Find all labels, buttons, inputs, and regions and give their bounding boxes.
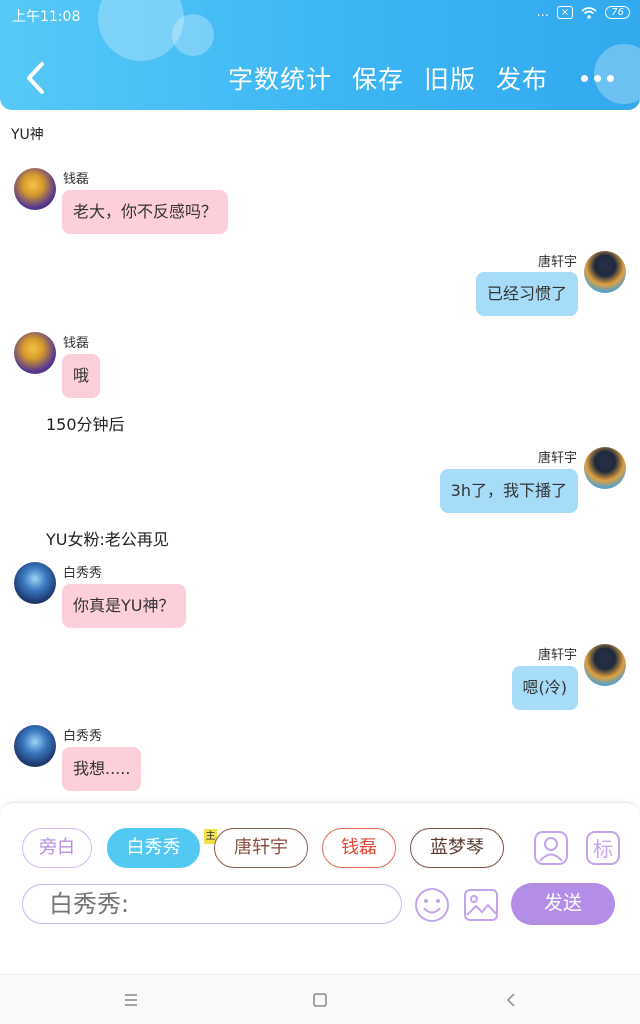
character-chip-qianlei[interactable]: 钱磊 (322, 828, 396, 868)
send-button[interactable]: 发送 (511, 883, 615, 925)
speaker-name: 钱磊 (63, 336, 90, 351)
speaker-name: 唐轩宇 (537, 255, 577, 270)
more-dot (606, 74, 614, 82)
old-version-button[interactable]: 旧版 (424, 60, 476, 96)
character-card-button[interactable] (533, 830, 569, 866)
message-bubble-right[interactable]: 3h了，我下播了 (439, 469, 578, 513)
system-nav-bar (0, 974, 640, 1024)
emoji-icon (415, 888, 449, 922)
narration-text[interactable]: YU女粉:老公再见 (46, 526, 169, 550)
avatar-qianlei[interactable] (14, 168, 56, 210)
back-button[interactable] (18, 58, 54, 98)
image-icon (464, 889, 498, 921)
message-bubble-right[interactable]: 嗯(冷) (511, 666, 578, 710)
avatar-baixiuxiu[interactable] (14, 725, 56, 767)
marker-button[interactable]: 标 (585, 830, 621, 866)
status-time: 上午11:08 (12, 9, 81, 25)
chevron-left-icon (27, 62, 44, 94)
avatar-baixiuxiu[interactable] (14, 562, 56, 604)
character-chip-lanmengqin[interactable]: 蓝梦琴 (410, 828, 504, 868)
avatar-qianlei[interactable] (14, 332, 56, 374)
word-count-button[interactable]: 字数统计 (228, 60, 332, 96)
avatar-tangxuanyu[interactable] (584, 251, 626, 293)
speaker-name: 白秀秀 (63, 566, 103, 581)
speaker-name: 白秀秀 (63, 729, 103, 744)
message-bubble-left[interactable]: 哦 (62, 354, 101, 398)
battery-icon: 76 (605, 6, 630, 19)
wifi-icon (581, 6, 597, 19)
image-button[interactable] (463, 887, 499, 923)
emoji-button[interactable] (414, 887, 450, 923)
character-chip-tangxuanyu[interactable]: 唐轩宇 (214, 828, 308, 868)
message-bubble-left[interactable]: 老大，你不反感吗？ (62, 190, 229, 234)
signal-dots-icon: ... (536, 5, 549, 20)
avatar-tangxuanyu[interactable] (584, 644, 626, 686)
more-button[interactable] (574, 58, 620, 98)
character-chip-baixiuxiu[interactable]: 白秀秀 (107, 828, 200, 868)
narration-text[interactable]: 150分钟后 (46, 411, 125, 435)
nav-back-button[interactable] (498, 987, 524, 1013)
character-card-icon (534, 831, 568, 865)
marker-icon: 标 (586, 831, 620, 865)
avatar-tangxuanyu[interactable] (584, 447, 626, 489)
status-icons: ... × 76 (536, 5, 630, 20)
more-dot (593, 74, 601, 82)
chat-title: YU神 (11, 127, 44, 143)
character-chip-narrator[interactable]: 旁白 (22, 828, 92, 868)
top-header: 上午11:08 ... × 76 字数统计 保存 旧版 发布 (0, 0, 640, 110)
marker-label: 标 (593, 837, 613, 861)
sim-icon: × (556, 6, 574, 19)
speaker-name: 钱磊 (63, 172, 90, 187)
speaker-name: 唐轩宇 (537, 648, 577, 663)
message-bubble-left[interactable]: 我想..... (62, 747, 142, 791)
back-icon (506, 993, 515, 1007)
publish-button[interactable]: 发布 (496, 60, 548, 96)
message-input[interactable] (22, 884, 402, 924)
message-bubble-left[interactable]: 你真是YU神？ (62, 584, 186, 628)
message-bubble-right[interactable]: 已经习惯了 (475, 272, 578, 316)
menu-icon (125, 994, 137, 1006)
speaker-name: 唐轩宇 (537, 451, 577, 466)
home-square-icon (313, 993, 327, 1007)
nav-home-button[interactable] (307, 987, 333, 1013)
nav-menu-button[interactable] (118, 987, 144, 1013)
save-button[interactable]: 保存 (352, 60, 404, 96)
more-dots-icon (580, 74, 588, 82)
header-actions: 字数统计 保存 旧版 发布 (208, 58, 640, 98)
status-bar: 上午11:08 ... × 76 (0, 0, 640, 30)
